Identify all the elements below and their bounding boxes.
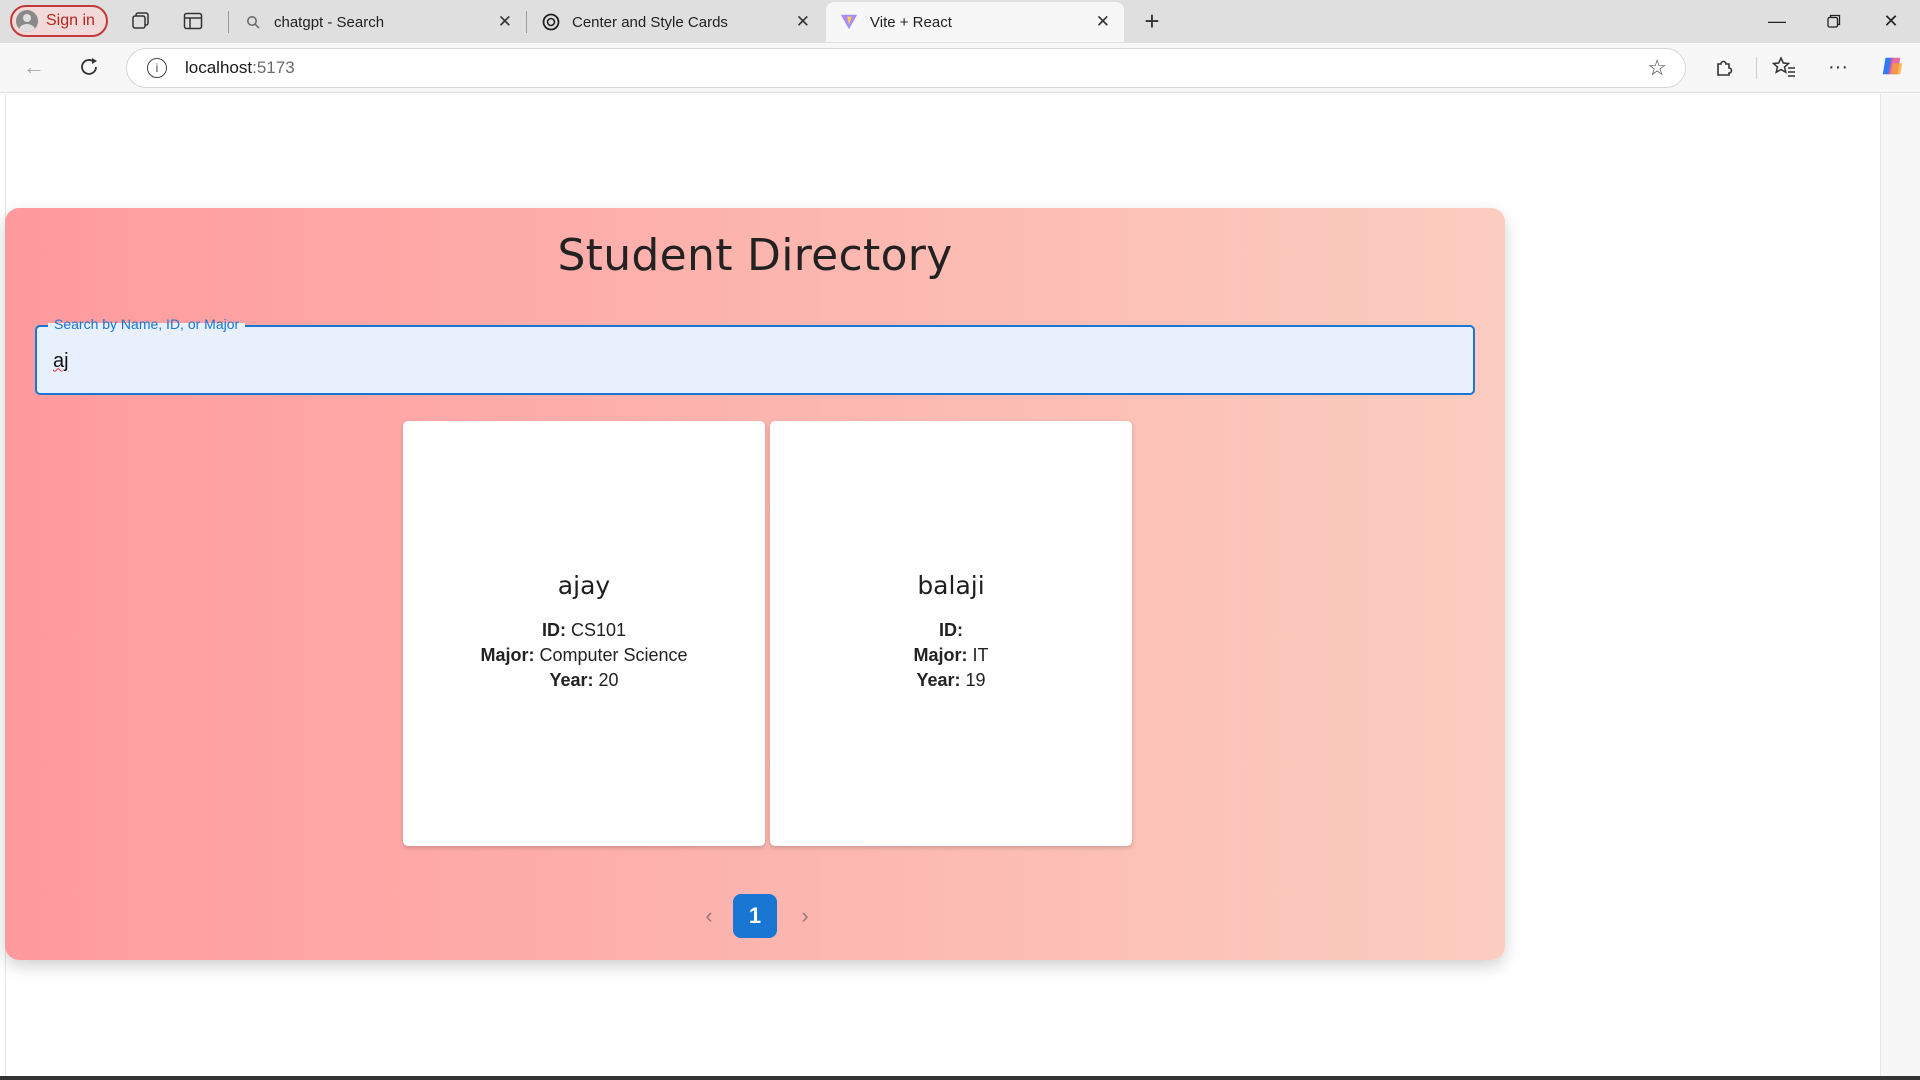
refresh-icon[interactable]: [77, 55, 101, 79]
vertical-tabs-icon[interactable]: [181, 9, 205, 33]
student-id-line: ID: CS101: [541, 620, 627, 640]
search-icon: [244, 13, 262, 31]
tab-title: Vite + React: [870, 13, 952, 31]
page-title: Student Directory: [557, 230, 953, 281]
browser-side-strip: [1881, 94, 1920, 1080]
browser-tab-bar: Sign in chatgpt - Search ✕ Center and St…: [0, 0, 1920, 43]
student-major-line: Major: IT: [913, 645, 989, 665]
profile-icon: [16, 10, 38, 32]
search-field[interactable]: Search by Name, ID, or Major: [35, 316, 1475, 395]
close-tab-icon[interactable]: ✕: [1096, 12, 1110, 32]
tab-title: Center and Style Cards: [572, 13, 728, 31]
url-port: :5173: [252, 58, 295, 77]
close-tab-icon[interactable]: ✕: [498, 12, 512, 32]
tab-vite-react[interactable]: Vite + React ✕: [826, 2, 1124, 42]
chevron-right-icon[interactable]: ›: [791, 902, 819, 930]
sign-in-label: Sign in: [46, 12, 95, 29]
extensions-icon[interactable]: [1712, 55, 1736, 79]
close-tab-icon[interactable]: ✕: [796, 12, 810, 32]
url-host: localhost: [185, 58, 253, 77]
page-button-current[interactable]: 1: [733, 894, 777, 938]
student-directory-panel: Student Directory Search by Name, ID, or…: [5, 208, 1505, 960]
student-name: ajay: [557, 571, 611, 600]
browser-toolbar: ← i localhost:5173 ☆ ···: [0, 43, 1920, 93]
site-info-icon[interactable]: i: [147, 58, 167, 78]
address-bar[interactable]: i localhost:5173 ☆: [126, 48, 1686, 88]
back-icon[interactable]: ←: [22, 54, 46, 79]
close-window-icon[interactable]: ✕: [1876, 8, 1906, 34]
copilot-icon[interactable]: [1880, 54, 1904, 78]
student-name: balaji: [917, 571, 985, 600]
workspaces-icon[interactable]: [129, 9, 153, 33]
new-tab-icon[interactable]: +: [1140, 6, 1164, 36]
sign-in-button[interactable]: Sign in: [10, 5, 108, 37]
minimize-icon[interactable]: —: [1762, 8, 1792, 34]
student-card: ajay ID: CS101 Major: Computer Science Y…: [403, 421, 765, 846]
student-card: balaji ID: Major: IT Year: 19: [770, 421, 1132, 846]
chevron-left-icon[interactable]: ‹: [695, 902, 723, 930]
window-bottom-edge: [0, 1076, 1920, 1080]
student-major-line: Major: Computer Science: [480, 645, 688, 665]
favorites-icon[interactable]: [1772, 55, 1796, 79]
more-options-icon[interactable]: ···: [1826, 55, 1850, 79]
tab-center-and-style-cards[interactable]: Center and Style Cards ✕: [528, 2, 824, 42]
search-label: Search by Name, ID, or Major: [48, 316, 246, 332]
student-year-line: Year: 20: [549, 670, 619, 690]
favorite-star-icon[interactable]: ☆: [1647, 55, 1667, 81]
tab-title: chatgpt - Search: [274, 13, 385, 31]
vite-icon: [840, 13, 858, 31]
restore-icon[interactable]: [1819, 8, 1849, 34]
tab-chatgpt-search[interactable]: chatgpt - Search ✕: [230, 2, 526, 42]
search-input[interactable]: [53, 347, 1453, 375]
student-year-line: Year: 19: [916, 670, 986, 690]
openai-icon: [542, 13, 560, 31]
pagination: ‹ 1 ›: [5, 894, 1505, 938]
student-id-line: ID:: [939, 620, 963, 640]
